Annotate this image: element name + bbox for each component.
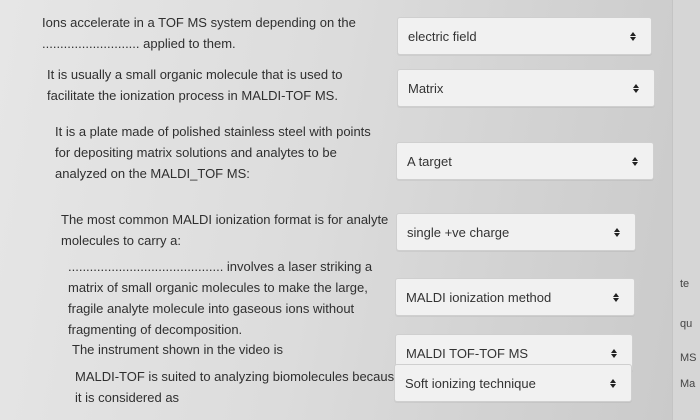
answer-select-3[interactable]: A target bbox=[396, 142, 654, 180]
question-6-line-1: The instrument shown in the video is bbox=[72, 342, 283, 357]
answer-select-1-value: electric field bbox=[408, 28, 477, 44]
side-fragment-2: qu bbox=[680, 318, 693, 330]
select-arrows-icon bbox=[610, 347, 618, 359]
question-2-line-2: facilitate the ionization process in MAL… bbox=[47, 88, 338, 103]
question-5-line-2: matrix of small organic molecules to mak… bbox=[68, 280, 368, 295]
side-fragment-1: te bbox=[680, 278, 690, 290]
question-4-line-2: molecules to carry a: bbox=[61, 233, 181, 248]
question-2: It is usually a small organic molecule t… bbox=[47, 64, 343, 106]
question-6: The instrument shown in the video is bbox=[72, 339, 283, 360]
question-2-line-1: It is usually a small organic molecule t… bbox=[47, 67, 343, 82]
question-5-line-4: fragmenting of decomposition. bbox=[68, 322, 243, 337]
select-arrows-icon bbox=[632, 82, 640, 94]
select-arrows-icon bbox=[629, 30, 637, 42]
question-4-line-1: The most common MALDI ionization format … bbox=[61, 212, 389, 227]
question-3: It is a plate made of polished stainless… bbox=[55, 121, 371, 184]
answer-select-2[interactable]: Matrix bbox=[397, 69, 655, 107]
answer-select-1[interactable]: electric field bbox=[397, 17, 652, 55]
answer-select-7[interactable]: Soft ionizing technique bbox=[394, 364, 632, 402]
select-arrows-icon bbox=[631, 155, 639, 167]
question-5-line-3: fragile analyte molecule into gaseous io… bbox=[68, 301, 355, 316]
question-3-line-2: for depositing matrix solutions and anal… bbox=[55, 145, 337, 160]
answer-select-5-value: MALDI ionization method bbox=[406, 289, 552, 305]
question-7-line-1: MALDI-TOF is suited to analyzing biomole… bbox=[75, 369, 402, 384]
select-arrows-icon bbox=[612, 291, 620, 303]
answer-select-6-value: MALDI TOF-TOF MS bbox=[406, 345, 529, 361]
answer-select-2-value: Matrix bbox=[408, 80, 444, 96]
select-arrows-icon bbox=[609, 377, 617, 389]
question-1-line-1: Ions accelerate in a TOF MS system depen… bbox=[42, 15, 356, 30]
answer-select-7-value: Soft ionizing technique bbox=[405, 375, 536, 391]
answer-select-4[interactable]: single +ve charge bbox=[396, 213, 636, 251]
side-fragment-4: Ma bbox=[680, 378, 696, 390]
quiz-page: Ions accelerate in a TOF MS system depen… bbox=[0, 0, 700, 420]
side-fragment-3: MS bbox=[680, 352, 697, 364]
question-5: ........................................… bbox=[68, 256, 372, 340]
question-7: MALDI-TOF is suited to analyzing biomole… bbox=[75, 366, 401, 408]
question-1: Ions accelerate in a TOF MS system depen… bbox=[42, 12, 356, 54]
select-arrows-icon bbox=[613, 226, 621, 238]
answer-select-4-value: single +ve charge bbox=[407, 224, 510, 240]
answer-select-3-value: A target bbox=[407, 153, 452, 169]
question-1-line-2: ........................... applied to t… bbox=[42, 36, 236, 51]
question-3-line-3: analyzed on the MALDI_TOF MS: bbox=[55, 166, 250, 181]
question-5-line-1: ........................................… bbox=[68, 259, 373, 274]
answer-select-5[interactable]: MALDI ionization method bbox=[395, 278, 635, 316]
question-4: The most common MALDI ionization format … bbox=[61, 209, 388, 251]
question-7-line-2: it is considered as bbox=[75, 390, 180, 405]
question-3-line-1: It is a plate made of polished stainless… bbox=[55, 124, 371, 139]
